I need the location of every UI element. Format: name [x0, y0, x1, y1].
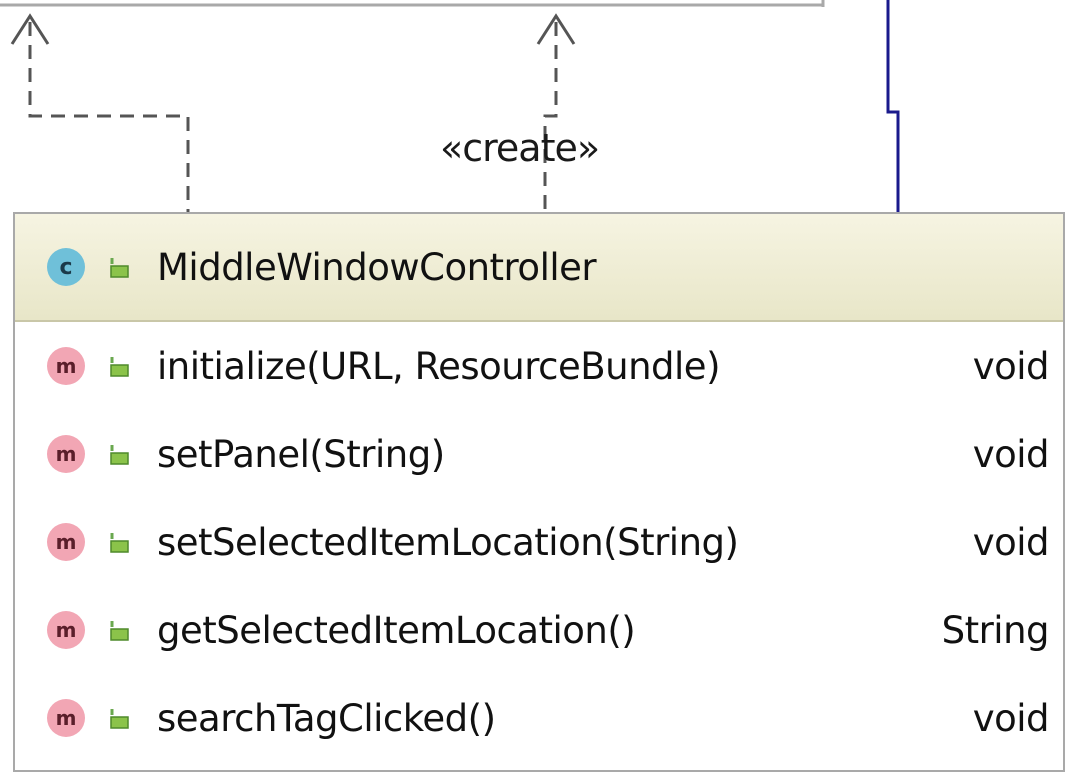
public-lock-icon — [110, 357, 129, 377]
member-type: String — [941, 608, 1050, 652]
class-icon: c — [47, 248, 85, 286]
member-row[interactable]: m initialize(URL, ResourceBundle) void — [15, 322, 1063, 410]
class-name: MiddleWindowController — [157, 245, 597, 289]
public-lock-icon — [110, 709, 129, 729]
member-row[interactable]: m setPanel(String) void — [15, 410, 1063, 498]
class-box[interactable]: c MiddleWindowController m initialize(UR… — [13, 212, 1065, 772]
method-icon: m — [47, 611, 85, 649]
member-name: searchTagClicked() — [157, 696, 496, 740]
member-name: setPanel(String) — [157, 432, 445, 476]
member-row[interactable]: m getSelectedItemLocation() String — [15, 586, 1063, 674]
member-type: void — [972, 696, 1050, 740]
member-type: void — [972, 344, 1050, 388]
member-row[interactable]: m setSelectedItemLocation(String) void — [15, 498, 1063, 586]
association-line — [886, 0, 900, 212]
public-lock-icon — [110, 258, 129, 278]
method-icon: m — [47, 523, 85, 561]
stereotype-label: «create» — [440, 126, 600, 170]
member-name: initialize(URL, ResourceBundle) — [157, 344, 721, 388]
member-type: void — [972, 520, 1050, 564]
public-lock-icon — [110, 533, 129, 553]
public-lock-icon — [110, 621, 129, 641]
dependency-line-create — [543, 22, 558, 212]
member-name: getSelectedItemLocation() — [157, 608, 636, 652]
public-lock-icon — [110, 445, 129, 465]
member-row[interactable]: m searchTagClicked() void — [15, 674, 1063, 762]
member-type: void — [972, 432, 1050, 476]
member-name: setSelectedItemLocation(String) — [157, 520, 739, 564]
dependency-line-left — [28, 22, 190, 212]
method-icon: m — [47, 699, 85, 737]
method-icon: m — [47, 347, 85, 385]
method-icon: m — [47, 435, 85, 473]
class-header[interactable]: c MiddleWindowController — [15, 214, 1063, 322]
